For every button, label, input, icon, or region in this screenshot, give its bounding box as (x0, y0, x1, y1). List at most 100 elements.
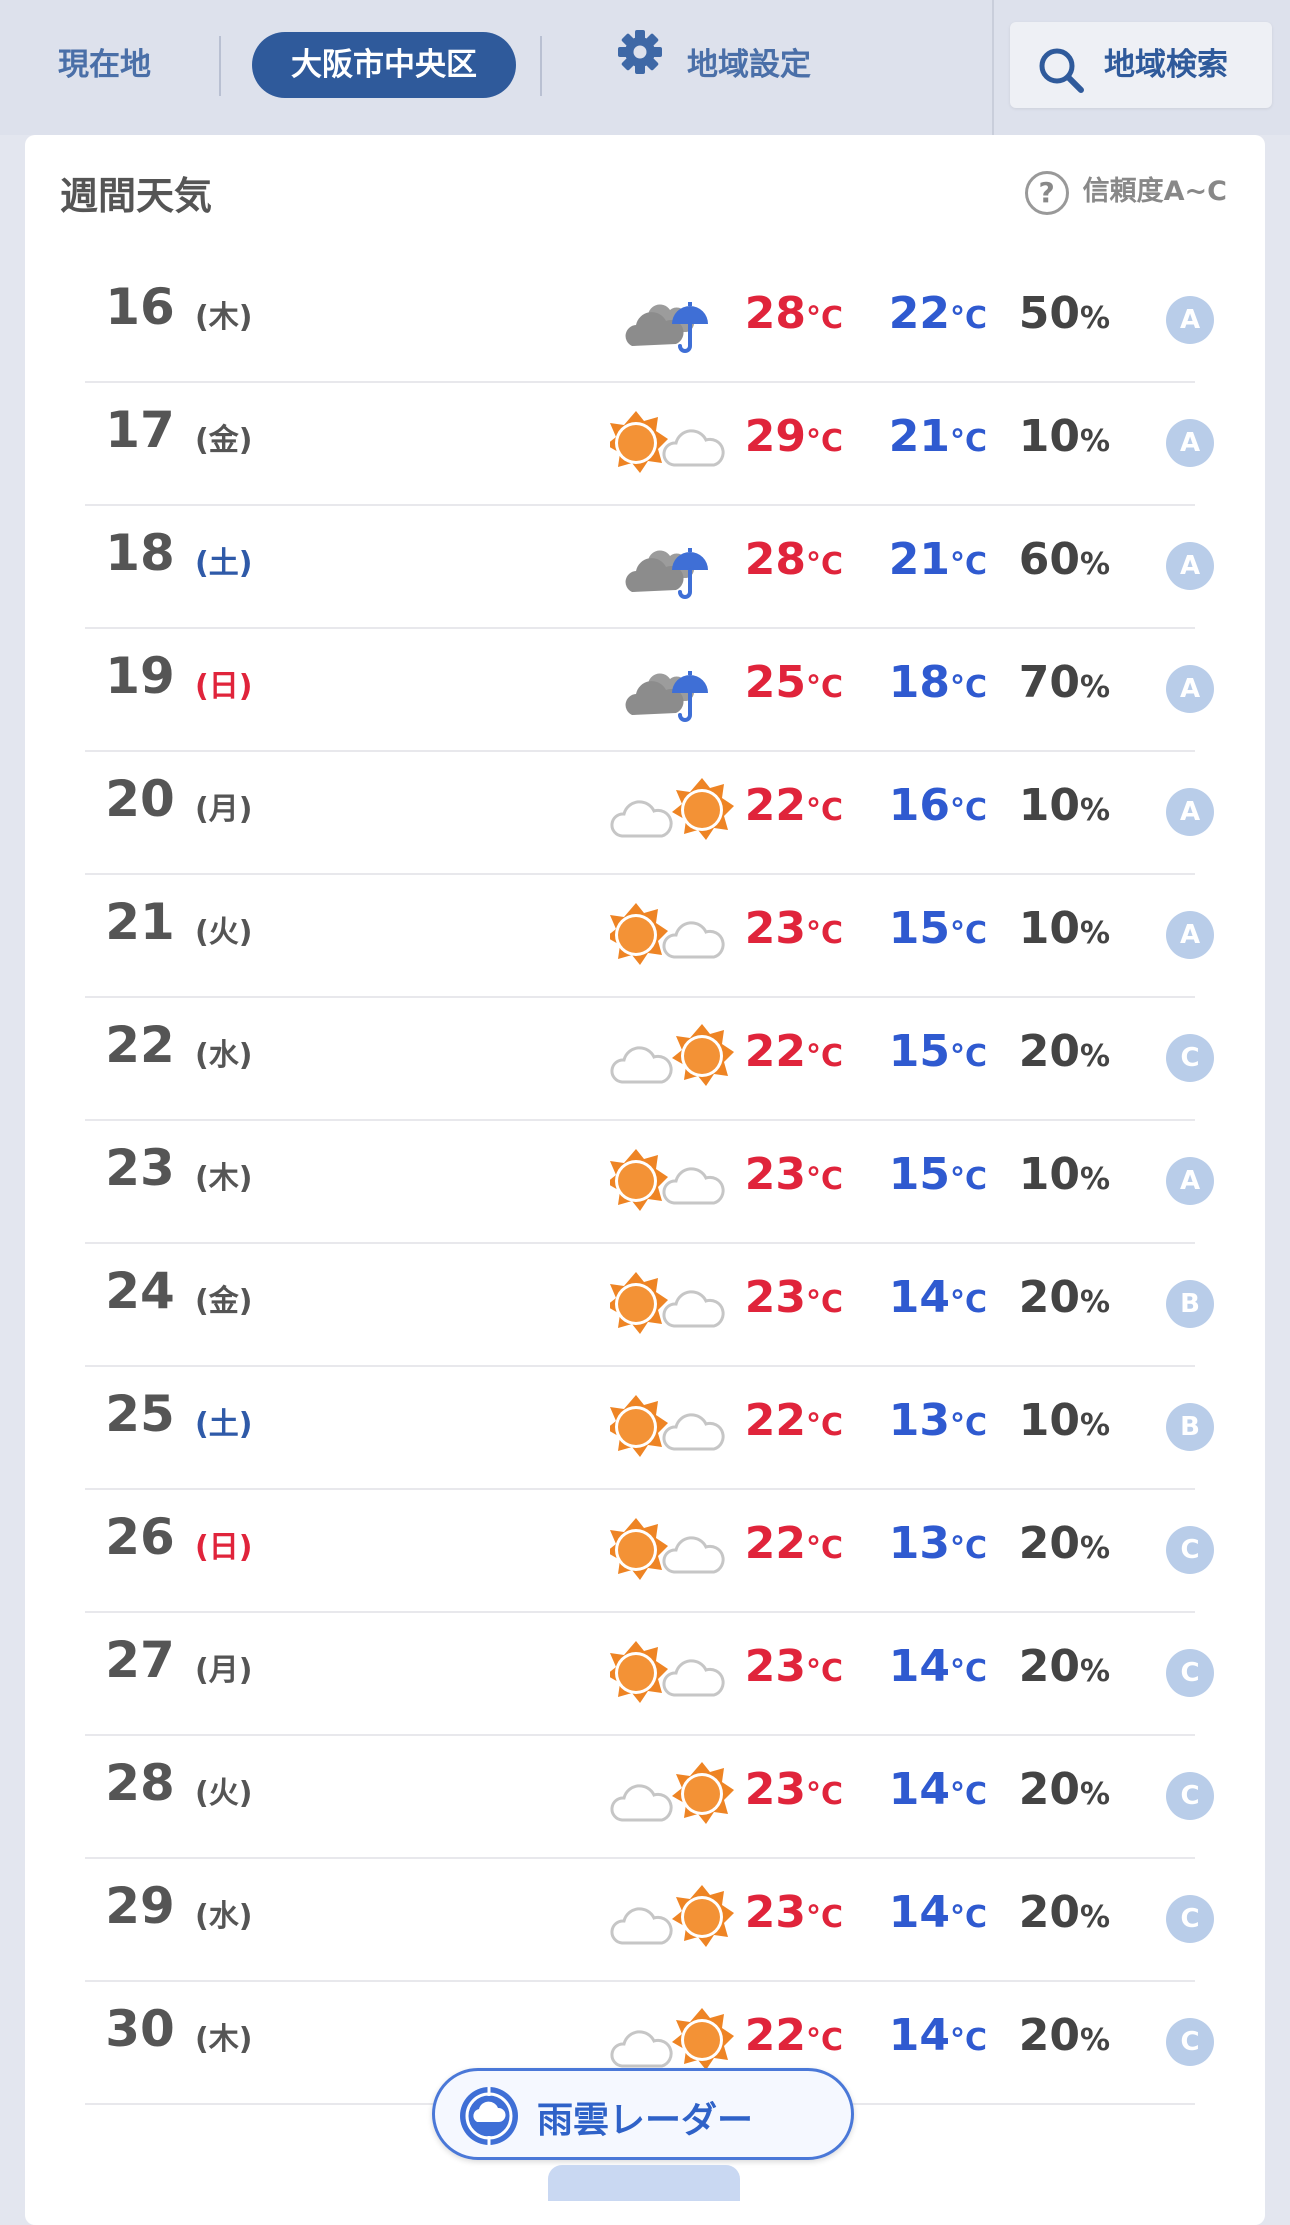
forecast-row[interactable]: 22 (水) 22°C 15°C 20% C (85, 998, 1214, 1121)
high-temp-value: 22 (744, 2010, 806, 2061)
rain-radar-button[interactable]: 雨雲レーダー (432, 2068, 854, 2160)
precip-value: 60 (1018, 534, 1080, 585)
forecast-row[interactable]: 18 (土) 28°C 21°C 60% A (85, 506, 1214, 629)
day-number: 26 (105, 1508, 175, 1566)
low-temp-value: 21 (888, 411, 950, 462)
forecast-row[interactable]: 24 (金) 23°C 14°C 20% B (85, 1244, 1214, 1367)
high-temp: 22°C (703, 780, 843, 831)
precip-chance: 50% (990, 288, 1110, 339)
day-of-week: (火) (195, 1776, 253, 1811)
low-temp-value: 21 (888, 534, 950, 585)
forecast-row[interactable]: 29 (水) 23°C 14°C 20% C (85, 1859, 1214, 1982)
precip-unit: % (1079, 1777, 1110, 1812)
precip-chance: 70% (990, 657, 1110, 708)
high-temp-value: 23 (744, 1887, 806, 1938)
forecast-row[interactable]: 16 (木) 28°C 22°C 50% A (85, 260, 1214, 383)
high-temp: 29°C (703, 411, 843, 462)
low-temp-value: 14 (888, 1272, 950, 1323)
area-search-label: 地域検索 (1104, 47, 1228, 83)
precip-chance: 20% (990, 1518, 1110, 1569)
low-temp: 15°C (847, 903, 987, 954)
low-temp: 22°C (847, 288, 987, 339)
temp-unit: °C (805, 670, 843, 705)
precip-unit: % (1079, 793, 1110, 828)
card-title: 週間天気 (60, 174, 213, 218)
temp-unit: °C (805, 301, 843, 336)
low-temp: 14°C (847, 1764, 987, 1815)
forecast-row[interactable]: 27 (月) 23°C 14°C 20% C (85, 1613, 1214, 1736)
reliability-badge: C (1166, 2018, 1214, 2066)
precip-value: 20 (1018, 1272, 1080, 1323)
low-temp-value: 15 (888, 903, 950, 954)
precip-chance: 20% (990, 1641, 1110, 1692)
low-temp: 14°C (847, 1272, 987, 1323)
area-search-button[interactable]: 地域検索 (1010, 22, 1272, 108)
forecast-row[interactable]: 19 (日) 25°C 18°C 70% A (85, 629, 1214, 752)
forecast-row[interactable]: 23 (木) 23°C 15°C 10% A (85, 1121, 1214, 1244)
day-number: 21 (105, 893, 175, 951)
low-temp: 15°C (847, 1149, 987, 1200)
reliability-badge: A (1166, 542, 1214, 590)
high-temp: 22°C (703, 1026, 843, 1077)
high-temp: 23°C (703, 903, 843, 954)
precip-unit: % (1079, 1900, 1110, 1935)
selected-area-tab[interactable]: 大阪市中央区 (252, 32, 516, 98)
forecast-row[interactable]: 25 (土) 22°C 13°C 10% B (85, 1367, 1214, 1490)
high-temp: 23°C (703, 1887, 843, 1938)
day-number: 28 (105, 1754, 175, 1812)
precip-unit: % (1079, 670, 1110, 705)
day-of-week: (土) (195, 546, 253, 581)
nav-divider (540, 36, 542, 96)
current-location-tab[interactable]: 現在地 (58, 32, 151, 98)
reliability-badge: A (1166, 665, 1214, 713)
day-number: 20 (105, 770, 175, 828)
low-temp-value: 13 (888, 1395, 950, 1446)
day-number: 17 (105, 401, 175, 459)
temp-unit: °C (949, 547, 987, 582)
temp-unit: °C (805, 424, 843, 459)
day-number: 24 (105, 1262, 175, 1320)
high-temp: 23°C (703, 1149, 843, 1200)
forecast-row[interactable]: 28 (火) 23°C 14°C 20% C (85, 1736, 1214, 1859)
low-temp: 21°C (847, 534, 987, 585)
search-icon (1036, 42, 1086, 128)
low-temp: 13°C (847, 1395, 987, 1446)
high-temp-value: 25 (744, 657, 806, 708)
precip-value: 50 (1018, 288, 1080, 339)
temp-unit: °C (805, 1039, 843, 1074)
high-temp-value: 28 (744, 288, 806, 339)
reliability-help[interactable]: ? 信頼度A~C (1024, 167, 1227, 217)
day-of-week: (火) (195, 915, 253, 950)
precip-chance: 20% (990, 1887, 1110, 1938)
precip-chance: 20% (990, 2010, 1110, 2061)
area-settings-button[interactable]: 地域設定 (615, 30, 811, 98)
forecast-row[interactable]: 26 (日) 22°C 13°C 20% C (85, 1490, 1214, 1613)
temp-unit: °C (805, 916, 843, 951)
day-number: 29 (105, 1877, 175, 1935)
low-temp-value: 14 (888, 2010, 950, 2061)
temp-unit: °C (949, 424, 987, 459)
precip-chance: 60% (990, 534, 1110, 585)
precip-value: 20 (1018, 1518, 1080, 1569)
precip-unit: % (1079, 1039, 1110, 1074)
day-of-week: (金) (195, 423, 253, 458)
day-number: 22 (105, 1016, 175, 1074)
day-of-week: (月) (195, 792, 253, 827)
day-number: 19 (105, 647, 175, 705)
day-of-week: (水) (195, 1038, 253, 1073)
reliability-badge: C (1166, 1034, 1214, 1082)
precip-unit: % (1079, 1654, 1110, 1689)
area-settings-label: 地域設定 (687, 47, 811, 83)
low-temp-value: 22 (888, 288, 950, 339)
forecast-row[interactable]: 17 (金) 29°C 21°C 10% A (85, 383, 1214, 506)
precip-unit: % (1079, 916, 1110, 951)
high-temp: 22°C (703, 2010, 843, 2061)
forecast-row[interactable]: 20 (月) 22°C 16°C 10% A (85, 752, 1214, 875)
reliability-badge: B (1166, 1280, 1214, 1328)
forecast-row[interactable]: 21 (火) 23°C 15°C 10% A (85, 875, 1214, 998)
scroll-to-top-tab[interactable] (548, 2165, 740, 2201)
precip-chance: 10% (990, 780, 1110, 831)
high-temp-value: 22 (744, 1026, 806, 1077)
rain-radar-label: 雨雲レーダー (537, 2100, 754, 2141)
reliability-badge: A (1166, 911, 1214, 959)
